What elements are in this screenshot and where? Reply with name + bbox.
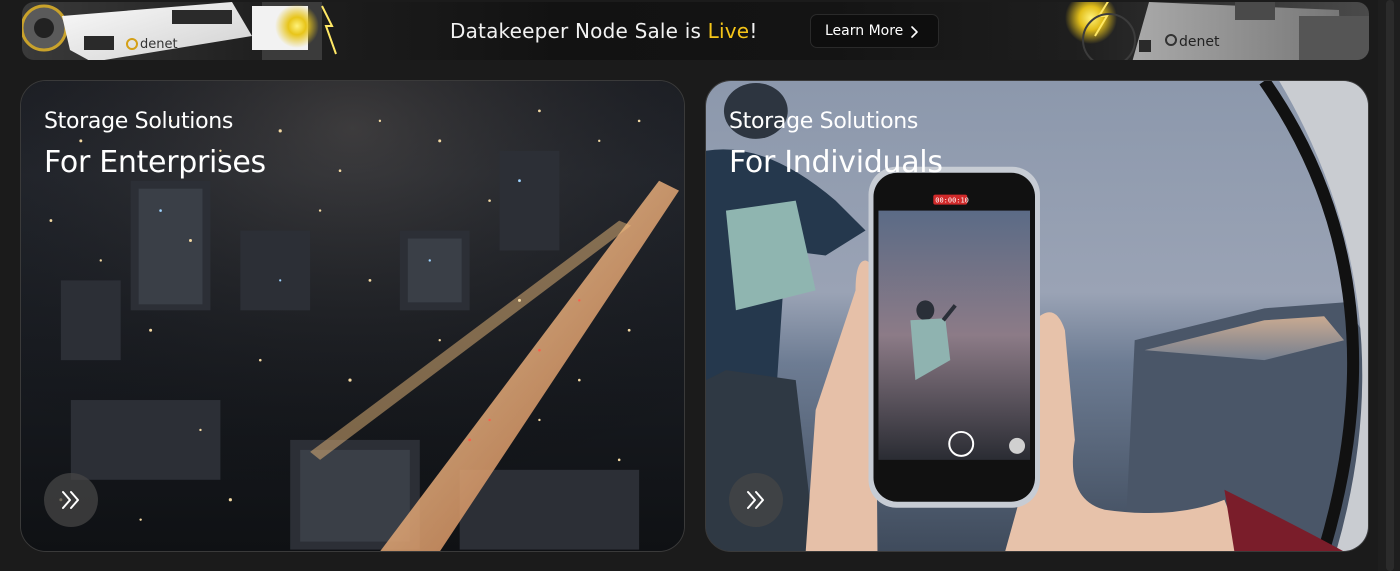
banner-message-suffix: !	[749, 19, 758, 43]
datakeeper-device-left-image: denet	[22, 2, 337, 60]
card-title: For Enterprises	[44, 145, 266, 180]
learn-more-label: Learn More	[825, 23, 904, 39]
learn-more-button[interactable]: Learn More	[810, 14, 939, 48]
card-eyebrow: Storage Solutions	[44, 109, 234, 134]
scrollbar-thumb[interactable]	[1386, 0, 1394, 571]
right-device-brand: denet	[1179, 34, 1220, 50]
individuals-card[interactable]: 00:00:10 Storage Solutions For Individua…	[705, 80, 1369, 552]
datakeeper-device-right-image: denet	[1065, 2, 1369, 60]
individuals-arrow-button[interactable]	[729, 473, 783, 527]
card-eyebrow: Storage Solutions	[729, 109, 919, 134]
vertical-scrollbar[interactable]	[1378, 0, 1400, 571]
enterprises-card[interactable]: Storage Solutions For Enterprises	[20, 80, 685, 552]
double-chevron-right-icon	[62, 491, 79, 509]
card-title: For Individuals	[729, 145, 943, 180]
recording-timer: 00:00:10	[935, 197, 969, 205]
promo-banner[interactable]: denet denet Datakeeper Node Sale is Live…	[22, 2, 1369, 60]
banner-message-text: Datakeeper Node Sale is	[450, 19, 708, 43]
page: denet denet Datakeeper Node Sale is Live…	[0, 0, 1400, 571]
double-chevron-right-icon	[747, 491, 764, 509]
enterprises-arrow-button[interactable]	[44, 473, 98, 527]
chevron-right-icon	[911, 26, 918, 38]
banner-message: Datakeeper Node Sale is Live!	[450, 19, 758, 43]
banner-message-accent: Live	[707, 19, 750, 43]
left-device-brand: denet	[140, 37, 178, 52]
